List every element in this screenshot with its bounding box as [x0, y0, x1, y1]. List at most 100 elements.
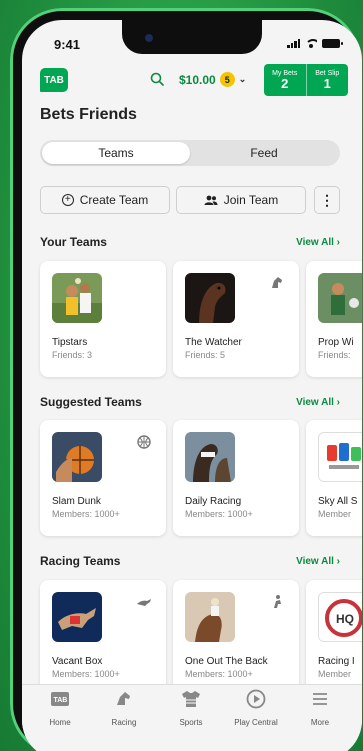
- suggested-teams-row: Slam Dunk Members: 1000+ Daily Racing Me…: [40, 420, 362, 538]
- coin-badge: 5: [219, 72, 235, 87]
- team-card[interactable]: Prop Wi Friends:: [306, 261, 362, 377]
- team-card[interactable]: Vacant Box Members: 1000+: [40, 580, 166, 696]
- nav-home[interactable]: TAB Home: [30, 689, 90, 727]
- notch: [122, 20, 262, 54]
- team-card[interactable]: Sky All S Member: [306, 420, 362, 536]
- segmented-control: Teams Feed: [40, 140, 340, 166]
- nav-label: More: [310, 718, 330, 727]
- bets-box: My Bets 2 Bet Slip 1: [264, 64, 348, 96]
- nav-more[interactable]: More: [290, 689, 350, 727]
- more-options-button[interactable]: ⋮: [314, 186, 340, 214]
- team-members: Member: [318, 509, 352, 519]
- bet-slip-count: 1: [323, 75, 331, 91]
- nav-sports[interactable]: Sports: [161, 689, 221, 727]
- search-icon[interactable]: [150, 72, 164, 86]
- create-team-button[interactable]: + Create Team: [40, 186, 170, 214]
- tab-teams[interactable]: Teams: [42, 142, 190, 164]
- nav-label: Play Central: [234, 718, 278, 727]
- join-team-label: Join Team: [223, 193, 279, 207]
- section-racing-teams: Racing Teams View All ›: [40, 553, 340, 569]
- team-friends: Friends:: [318, 350, 351, 360]
- team-card[interactable]: Tipstars Friends: 3: [40, 261, 166, 377]
- sports-shirt-icon: [182, 691, 200, 707]
- jockey-image: [185, 592, 235, 642]
- team-friends: Friends: 3: [52, 350, 93, 360]
- basketball-image: [52, 432, 102, 482]
- view-all-link[interactable]: View All ›: [296, 237, 340, 248]
- section-title: Your Teams: [40, 235, 107, 249]
- tab-logo[interactable]: TAB: [40, 68, 68, 92]
- my-bets-button[interactable]: My Bets 2: [264, 64, 306, 96]
- team-name: Daily Racing: [185, 496, 242, 507]
- team-name: Tipstars: [52, 337, 88, 348]
- football-image: [318, 273, 362, 323]
- jockey-icon: [274, 595, 281, 608]
- users-icon: [204, 195, 218, 205]
- nav-label: Sports: [179, 718, 203, 727]
- bet-slip-button[interactable]: Bet Slip 1: [305, 64, 349, 96]
- add-circle-icon: +: [61, 194, 74, 206]
- racing-icon: [117, 692, 130, 705]
- team-friends: Friends: 5: [185, 350, 226, 360]
- team-name: Vacant Box: [52, 656, 103, 667]
- horse-icon: [272, 277, 282, 288]
- team-card[interactable]: HQ Racing I Member: [306, 580, 362, 696]
- team-card[interactable]: Slam Dunk Members: 1000+: [40, 420, 166, 536]
- team-members: Members: 1000+: [52, 509, 120, 519]
- team-name: Prop Wi: [318, 337, 354, 348]
- wifi-icon: [305, 39, 317, 48]
- status-time: 9:41: [54, 37, 81, 52]
- svg-text:TAB: TAB: [54, 697, 68, 704]
- team-members: Members: 1000+: [185, 669, 253, 679]
- team-card[interactable]: Daily Racing Members: 1000+: [173, 420, 299, 536]
- greyhound-icon: [137, 599, 151, 606]
- bottom-nav: TAB Home Racing Sports Play Central More: [22, 684, 362, 751]
- team-members: Members: 1000+: [185, 509, 253, 519]
- my-bets-count: 2: [281, 75, 289, 91]
- horse-image: [185, 273, 235, 323]
- section-title: Racing Teams: [40, 554, 121, 568]
- horses-image: [185, 432, 235, 482]
- battery-icon: [322, 39, 343, 48]
- nav-racing[interactable]: Racing: [94, 689, 154, 727]
- signal-icon: [287, 39, 300, 48]
- team-name: One Out The Back: [185, 656, 268, 667]
- team-name: Racing I: [318, 656, 355, 667]
- view-all-link[interactable]: View All ›: [296, 556, 340, 567]
- camera: [145, 34, 153, 42]
- team-name: Slam Dunk: [52, 496, 101, 507]
- sky-sport-logo: [318, 432, 362, 482]
- app-screen: 9:41 TAB $10.00 5 ⌄ My Bets 2 Bet Slip 1: [22, 20, 362, 751]
- team-card[interactable]: One Out The Back Members: 1000+: [173, 580, 299, 696]
- tab-feed[interactable]: Feed: [190, 142, 338, 164]
- nav-play-central[interactable]: Play Central: [226, 689, 286, 727]
- svg-text:HQ: HQ: [336, 612, 354, 626]
- team-card[interactable]: The Watcher Friends: 5: [173, 261, 299, 377]
- basketball-icon: [137, 435, 151, 449]
- balance-amount: $10.00: [179, 72, 216, 87]
- your-teams-row: Tipstars Friends: 3 The Watcher Friends:…: [40, 261, 362, 379]
- balance-button[interactable]: $10.00 5 ⌄: [179, 72, 246, 87]
- tab-home-icon: TAB: [51, 692, 69, 706]
- chevron-down-icon: ⌄: [238, 74, 247, 84]
- nav-label: Racing: [111, 718, 137, 727]
- join-team-button[interactable]: Join Team: [176, 186, 306, 214]
- team-actions: + Create Team Join Team ⋮: [40, 186, 342, 214]
- menu-icon: [313, 693, 327, 705]
- racing-hq-logo: HQ: [318, 592, 362, 642]
- team-members: Member: [318, 669, 352, 679]
- greyhound-image: [52, 592, 102, 642]
- nav-label: Home: [49, 718, 71, 727]
- page-title: Bets Friends: [40, 106, 137, 123]
- view-all-link[interactable]: View All ›: [296, 397, 340, 408]
- team-name: Sky All S: [318, 496, 358, 507]
- section-suggested-teams: Suggested Teams View All ›: [40, 394, 340, 410]
- status-icons: [287, 39, 343, 48]
- football-players-image: [52, 273, 102, 323]
- create-team-label: Create Team: [79, 193, 149, 207]
- app-header: TAB $10.00 5 ⌄ My Bets 2 Bet Slip 1: [22, 64, 362, 104]
- racing-teams-row: Vacant Box Members: 1000+ One Out The Ba…: [40, 580, 362, 698]
- play-icon: [246, 689, 266, 709]
- team-members: Members: 1000+: [52, 669, 120, 679]
- team-name: The Watcher: [185, 337, 242, 348]
